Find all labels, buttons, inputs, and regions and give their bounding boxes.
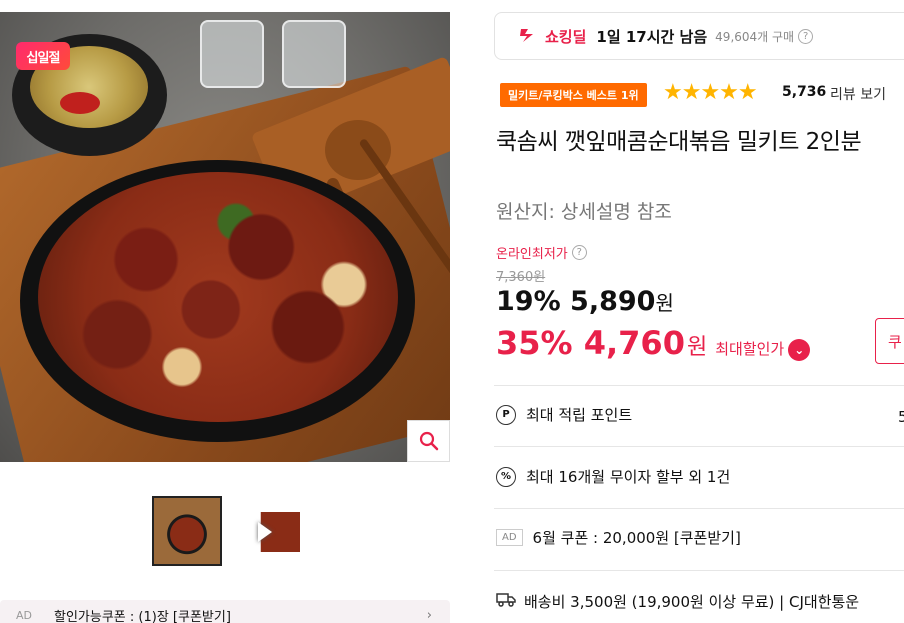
- max-discount-amount: 4,760: [583, 324, 685, 362]
- points-row[interactable]: P 최대 적립 포인트: [496, 404, 632, 425]
- coupon-row[interactable]: AD 6월 쿠폰 : 20,000원 [쿠폰받기]: [496, 527, 741, 548]
- sundae-stir-fry: [38, 172, 398, 422]
- points-icon: P: [496, 404, 516, 425]
- product-main-image[interactable]: 십일절: [0, 12, 450, 462]
- review-link[interactable]: 리뷰 보기: [830, 84, 886, 104]
- coupon-bar-text: 할인가능쿠폰 : (1)장 [쿠폰받기]: [54, 609, 231, 623]
- points-value: 5: [898, 408, 904, 426]
- thumbnail-list: [152, 496, 300, 566]
- divider: [494, 508, 904, 509]
- won-unit: 원: [655, 291, 674, 315]
- discount-amount: 5,890: [570, 286, 656, 317]
- discount-rate: 19%: [496, 286, 561, 317]
- lowest-price-label: 온라인최저가 ?: [496, 243, 587, 262]
- max-discount-label[interactable]: 최대할인가: [715, 338, 784, 359]
- search-icon: [419, 431, 438, 451]
- help-icon[interactable]: ?: [571, 245, 587, 260]
- points-text: 최대 적립 포인트: [526, 406, 633, 424]
- divider: [494, 446, 904, 447]
- coupon-button[interactable]: 쿠: [875, 318, 904, 364]
- best-badge[interactable]: 밀키트/쿠킹박스 베스트 1위: [500, 83, 647, 107]
- original-price: 7,360원: [496, 270, 546, 285]
- chevron-right-icon: ›: [426, 607, 432, 623]
- truck-icon: [496, 591, 516, 612]
- rating-stars: ★★★★★: [663, 80, 758, 105]
- coupon-text: 6월 쿠폰 : 20,000원 [쿠폰받기]: [532, 529, 741, 547]
- deal-label: 쇼킹딜: [545, 27, 587, 46]
- installment-text: 최대 16개월 무이자 할부 외 1건: [526, 468, 731, 486]
- glass: [282, 20, 346, 88]
- deal-time-left: 1일 17시간 남음: [596, 27, 708, 46]
- lowest-price-text: 온라인최저가: [496, 247, 568, 262]
- product-thumbnail[interactable]: [152, 496, 222, 566]
- max-discount-price: 35% 4,760 원 최대할인가 ⌄: [496, 324, 811, 362]
- product-title: 쿡솜씨 깻잎매콤순대볶음 밀키트 2인분: [496, 129, 862, 155]
- ad-label: AD: [16, 608, 32, 622]
- event-badge: 십일절: [16, 42, 70, 70]
- shocking-deal-box: 쇼킹딜 1일 17시간 남음 49,604개 구매 ?: [494, 12, 904, 60]
- product-origin: 원산지: 상세설명 참조: [496, 201, 672, 223]
- installment-row[interactable]: % 최대 16개월 무이자 할부 외 1건: [496, 466, 730, 487]
- video-thumbnail[interactable]: [228, 512, 300, 552]
- help-icon[interactable]: ?: [798, 28, 814, 44]
- percent-icon: %: [496, 466, 516, 487]
- shipping-row: 배송비 3,500원 (19,900원 이상 무료) | CJ대한통운: [496, 591, 859, 612]
- zoom-button[interactable]: [407, 420, 450, 462]
- glass: [200, 20, 264, 88]
- chevron-down-icon[interactable]: ⌄: [788, 339, 811, 361]
- discount-price: 19% 5,890원: [496, 286, 674, 317]
- ad-label: AD: [496, 529, 523, 546]
- shipping-text: 배송비 3,500원 (19,900원 이상 무료) | CJ대한통운: [524, 593, 860, 611]
- divider: [494, 570, 904, 571]
- shocking-deal-icon: [519, 25, 539, 48]
- red-pepper: [60, 92, 100, 114]
- max-discount-rate: 35%: [496, 324, 573, 362]
- review-count: 5,736: [782, 84, 827, 100]
- won-unit: 원: [686, 335, 708, 360]
- coupon-bar[interactable]: AD 할인가능쿠폰 : (1)장 [쿠폰받기] ›: [0, 600, 450, 623]
- divider: [494, 385, 904, 386]
- play-icon: [258, 522, 272, 542]
- sales-count: 49,604개 구매: [715, 29, 795, 44]
